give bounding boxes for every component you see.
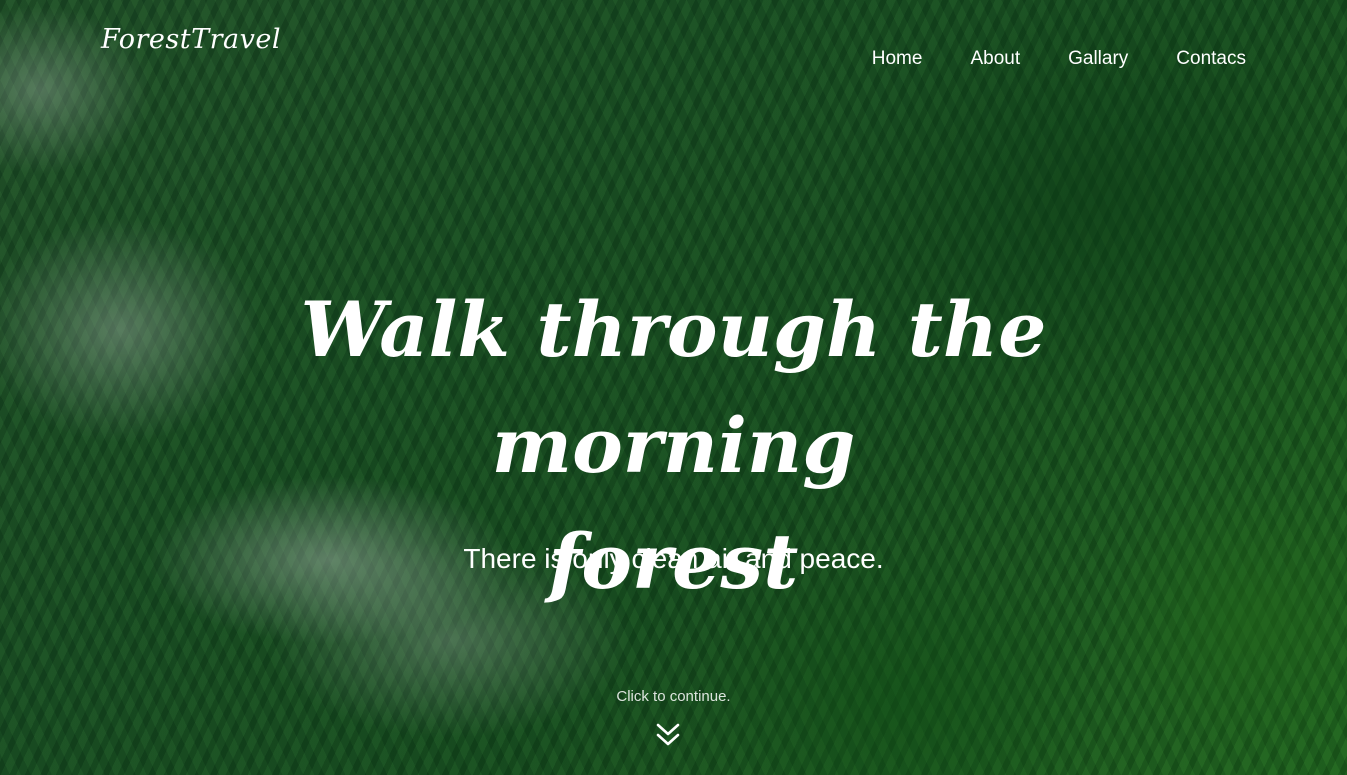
hero-subtitle: There is only clean air and peace. xyxy=(463,543,884,574)
site-logo[interactable]: ForestTravel xyxy=(101,24,281,55)
double-chevron-down-icon[interactable] xyxy=(656,722,680,748)
continue-text[interactable]: Click to continue. xyxy=(0,688,1347,705)
main-navigation: Home About Gallary Contacs xyxy=(824,48,1246,70)
nav-link-gallery[interactable]: Gallary xyxy=(1068,48,1128,70)
nav-link-home[interactable]: Home xyxy=(872,48,923,70)
nav-link-contacts[interactable]: Contacs xyxy=(1176,48,1246,70)
nav-link-about[interactable]: About xyxy=(970,48,1020,70)
hero-headline-line1: Walk through the morning xyxy=(300,285,1047,490)
